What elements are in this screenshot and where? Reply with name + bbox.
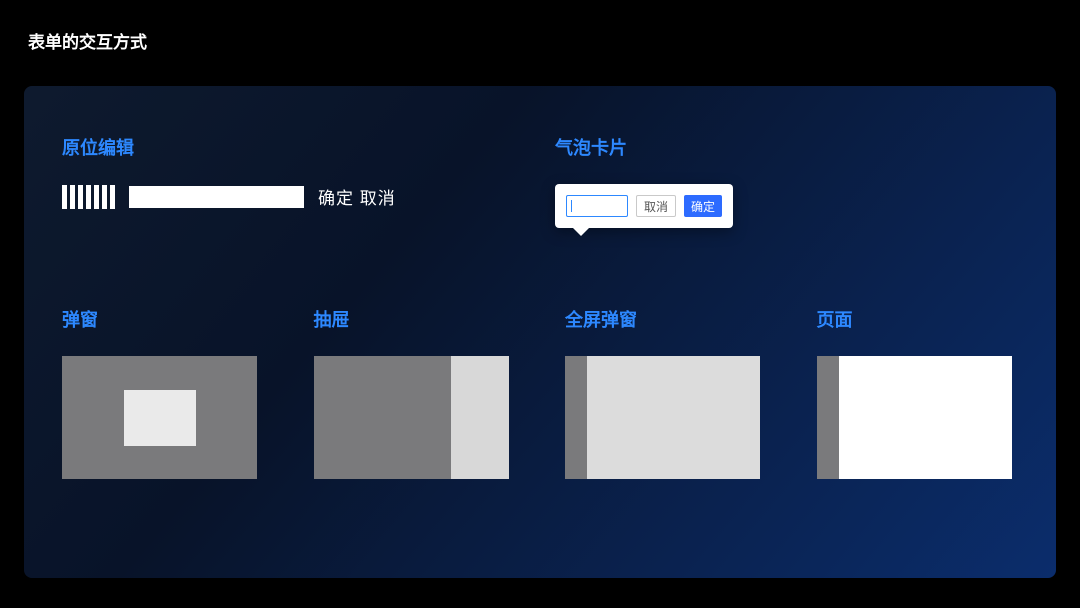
section-title-popover: 气泡卡片	[555, 134, 1018, 160]
stripes-icon	[62, 185, 115, 209]
section-modal: 弹窗	[62, 306, 264, 479]
section-title-page: 页面	[817, 306, 1019, 332]
top-row: 原位编辑 确定 取消 气泡卡片 取消 确定	[62, 134, 1018, 228]
section-title-modal: 弹窗	[62, 306, 264, 332]
cancel-button[interactable]: 取消	[636, 195, 676, 217]
thumb-page-content	[839, 356, 1012, 479]
section-title-fullscreen: 全屏弹窗	[565, 306, 767, 332]
inline-input[interactable]	[129, 186, 304, 208]
section-title-inline: 原位编辑	[62, 134, 525, 160]
thumb-drawer-inner	[451, 356, 509, 479]
page-title: 表单的交互方式	[0, 0, 1080, 53]
section-drawer: 抽屉	[314, 306, 516, 479]
confirm-button[interactable]: 确定	[684, 195, 722, 217]
popover-card: 取消 确定	[555, 184, 733, 228]
section-popover: 气泡卡片 取消 确定	[555, 134, 1018, 228]
section-title-drawer: 抽屉	[314, 306, 516, 332]
thumb-fullscreen-inner	[587, 356, 760, 479]
inline-edit-demo: 确定 取消	[62, 184, 525, 209]
inline-cancel-label[interactable]: 取消	[360, 189, 396, 208]
thumb-fullscreen	[565, 356, 760, 479]
thumb-page-sidebar	[817, 356, 839, 479]
thumb-drawer	[314, 356, 509, 479]
thumb-modal-inner	[124, 390, 196, 446]
section-page: 页面	[817, 306, 1019, 479]
thumb-page	[817, 356, 1012, 479]
main-panel: 原位编辑 确定 取消 气泡卡片 取消 确定	[24, 86, 1056, 578]
inline-confirm-label[interactable]: 确定	[318, 189, 354, 208]
inline-actions: 确定 取消	[318, 184, 396, 209]
thumb-modal	[62, 356, 257, 479]
section-inline-edit: 原位编辑 确定 取消	[62, 134, 525, 228]
bottom-row: 弹窗 抽屉 全屏弹窗 页面	[62, 306, 1018, 479]
popover-input[interactable]	[566, 195, 628, 217]
section-fullscreen: 全屏弹窗	[565, 306, 767, 479]
